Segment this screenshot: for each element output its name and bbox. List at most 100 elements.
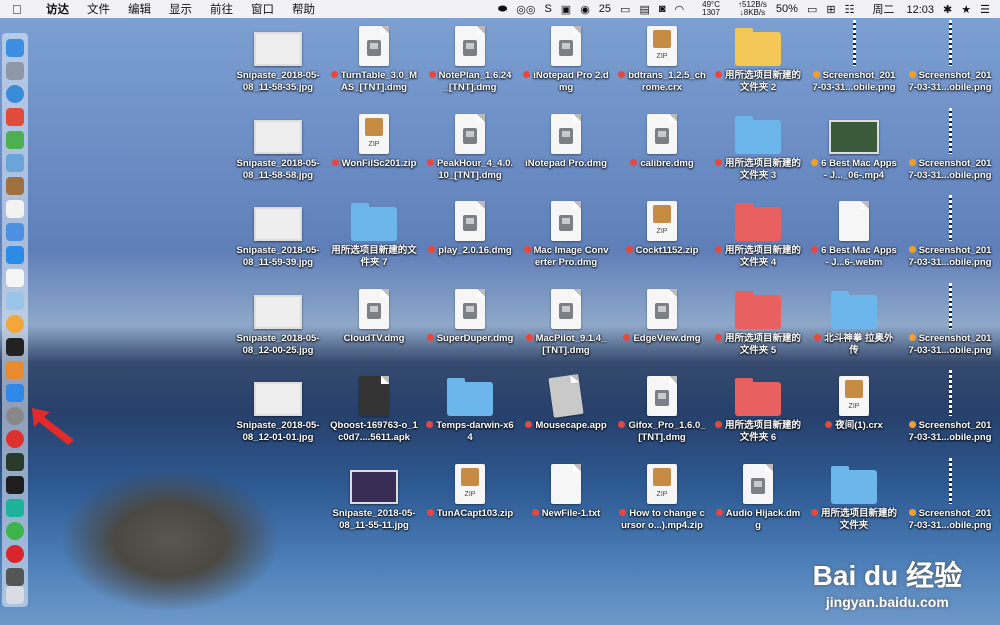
desktop-file[interactable]: Snipaste_2018-05-08_11-58-35.jpg bbox=[234, 22, 322, 94]
network-readout[interactable]: ↑512B/s ↓8KB/s bbox=[729, 1, 767, 17]
bluetooth-icon[interactable]: ✱ bbox=[943, 3, 952, 16]
desktop-file[interactable]: calibre.dmg bbox=[618, 110, 706, 170]
desktop-file[interactable]: 北斗神拳 拉奥外传 bbox=[810, 285, 898, 357]
photos-icon[interactable] bbox=[6, 315, 24, 333]
desktop-file[interactable]: 6 Best Mac Apps- J...6-.webm bbox=[810, 197, 898, 269]
desktop-file[interactable]: 用所选项目新建的文件夹 bbox=[810, 460, 898, 532]
android-icon[interactable] bbox=[6, 131, 24, 149]
desktop-file[interactable]: ZIP Cockt1152.zip bbox=[618, 197, 706, 257]
desktop-file[interactable]: CloudTV.dmg bbox=[330, 285, 418, 345]
desktop-file[interactable]: Screenshot_2017-03-31...obile.png bbox=[906, 370, 994, 444]
wechat-dock-icon[interactable] bbox=[6, 522, 24, 540]
cpu-fan-readout[interactable]: 49°C 1307 bbox=[693, 1, 720, 17]
notification-icon[interactable]: ▣ bbox=[561, 3, 571, 16]
vivaldi-icon[interactable] bbox=[6, 430, 24, 448]
finder-icon[interactable] bbox=[6, 39, 24, 57]
app-store-icon[interactable] bbox=[6, 384, 24, 402]
menu-grid-icon[interactable]: ☷ bbox=[845, 3, 855, 16]
camera-icon[interactable]: ◙ bbox=[659, 3, 666, 15]
menu-edit[interactable]: 编辑 bbox=[128, 1, 151, 17]
desktop-file[interactable]: Qboost-169763-o_1c0d7....5611.apk bbox=[330, 372, 418, 444]
desktop-file[interactable]: NewFile-1.txt bbox=[522, 460, 610, 520]
desktop-file[interactable]: 用所选项目新建的文件夹 5 bbox=[714, 285, 802, 357]
books-icon[interactable] bbox=[6, 361, 24, 379]
desktop-file[interactable]: Screenshot_2017-03-31...obile.png bbox=[906, 195, 994, 269]
list-icon[interactable]: ☰ bbox=[980, 3, 990, 16]
menu-app-name[interactable]: 访达 bbox=[46, 1, 69, 17]
desktop-file[interactable]: Screenshot_2017-03-31...obile.png bbox=[906, 458, 994, 532]
desktop-file[interactable]: play_2.0.16.dmg bbox=[426, 197, 514, 257]
activity-monitor-icon[interactable] bbox=[6, 338, 24, 356]
launchpad-icon[interactable] bbox=[6, 62, 24, 80]
desktop-file[interactable]: Screenshot_2017-03-31...obile.png bbox=[906, 108, 994, 182]
battery-icon[interactable]: ▭ bbox=[807, 3, 817, 16]
maps-icon[interactable] bbox=[6, 292, 24, 310]
desktop-file[interactable]: Snipaste_2018-05-08_11-58-58.jpg bbox=[234, 110, 322, 182]
desktop-file[interactable]: Screenshot_2017-03-31...obile.png bbox=[906, 20, 994, 94]
desktop-file[interactable]: iNotepad Pro.dmg bbox=[522, 110, 610, 170]
menu-file[interactable]: 文件 bbox=[87, 1, 110, 17]
menu-go[interactable]: 前往 bbox=[210, 1, 233, 17]
desktop-file[interactable]: Screenshot_2017-03-31...obile.png bbox=[810, 20, 898, 94]
desktop-file[interactable]: Snipaste_2018-05-08_11-59-39.jpg bbox=[234, 197, 322, 269]
desktop-file[interactable]: NotePlan_1.6.24_[TNT].dmg bbox=[426, 22, 514, 94]
desktop-file[interactable]: ZIP How to change cursor o...).mp4.zip bbox=[618, 460, 706, 532]
apple-menu-icon[interactable]:  bbox=[12, 2, 26, 17]
desktop-file[interactable]: 用所选项目新建的文件夹 3 bbox=[714, 110, 802, 182]
trash-icon[interactable] bbox=[6, 586, 24, 604]
menu-help[interactable]: 帮助 bbox=[292, 1, 315, 17]
desktop-file[interactable]: iNotepad Pro 2.dmg bbox=[522, 22, 610, 94]
bag-icon[interactable]: ▤ bbox=[639, 3, 649, 16]
desktop-file[interactable]: Gifox_Pro_1.6.0_[TNT].dmg bbox=[618, 372, 706, 444]
battery-percent[interactable]: 50% bbox=[776, 3, 798, 15]
toggle-icon[interactable]: ⬬ bbox=[498, 3, 507, 16]
desktop-file[interactable]: PeakHour_4_4.0.10_[TNT].dmg bbox=[426, 110, 514, 182]
safari-icon[interactable] bbox=[6, 85, 24, 103]
preview-icon[interactable] bbox=[6, 154, 24, 172]
input-method-icon[interactable]: ⊞ bbox=[826, 3, 835, 16]
wifi-icon[interactable]: ◠ bbox=[675, 3, 685, 16]
netease-music-icon[interactable] bbox=[6, 545, 24, 563]
desktop-file[interactable]: 用所选项目新建的文件夹 6 bbox=[714, 372, 802, 444]
desktop-file[interactable]: Snipaste_2018-05-08_11-55-11.jpg bbox=[330, 460, 418, 532]
desktop-file[interactable]: Mousecape.app bbox=[522, 372, 610, 432]
terminal-icon[interactable] bbox=[6, 476, 24, 494]
system-preferences-icon[interactable] bbox=[6, 407, 24, 425]
desktop-file[interactable]: 6 Best Mac Apps- J..._06-.mp4 bbox=[810, 110, 898, 182]
downloads-stack-icon[interactable] bbox=[6, 568, 24, 586]
menu-window[interactable]: 窗口 bbox=[251, 1, 274, 17]
desktop-file[interactable]: Audio Hijack.dmg bbox=[714, 460, 802, 532]
desktop-file[interactable]: SuperDuper.dmg bbox=[426, 285, 514, 345]
s-app-icon[interactable]: S bbox=[544, 3, 551, 15]
translate-icon[interactable] bbox=[6, 223, 24, 241]
desktop-file[interactable]: ZIP bdtrans_1.2.5_chrome.crx bbox=[618, 22, 706, 94]
desktop-file[interactable]: 用所选项目新建的文件夹 7 bbox=[330, 197, 418, 269]
search-app-icon[interactable] bbox=[6, 246, 24, 264]
desktop-file[interactable]: 用所选项目新建的文件夹 4 bbox=[714, 197, 802, 269]
glasses-icon[interactable]: ◎◎ bbox=[516, 3, 535, 16]
desktop-file[interactable]: Mac Image Converter Pro.dmg bbox=[522, 197, 610, 269]
desktop-file[interactable]: Snipaste_2018-05-08_12-00-25.jpg bbox=[234, 285, 322, 357]
desktop-file[interactable]: TurnTable_3.0_MAS_[TNT].dmg bbox=[330, 22, 418, 94]
menu-view[interactable]: 显示 bbox=[169, 1, 192, 17]
clock[interactable]: 周二 12:03 bbox=[863, 1, 934, 17]
wechat-icon[interactable]: ◉ bbox=[580, 3, 590, 16]
battery-monitor-icon[interactable]: ▭ bbox=[620, 3, 630, 16]
desktop-file[interactable]: 用所选项目新建的文件夹 2 bbox=[714, 22, 802, 94]
favorites-icon[interactable]: ★ bbox=[961, 3, 971, 16]
calendar-icon[interactable] bbox=[6, 200, 24, 218]
notebook-icon[interactable] bbox=[6, 177, 24, 195]
desktop-file[interactable]: Snipaste_2018-05-08_12-01-01.jpg bbox=[234, 372, 322, 444]
desktop-file[interactable]: EdgeView.dmg bbox=[618, 285, 706, 345]
app-red-icon[interactable] bbox=[6, 108, 24, 126]
teal-app-icon[interactable] bbox=[6, 499, 24, 517]
desktop-file[interactable]: ZIP WonFilSc201.zip bbox=[330, 110, 418, 170]
desktop-file[interactable]: ZIP TunACapt103.zip bbox=[426, 460, 514, 520]
desktop-file[interactable]: MacPilot_9.1.4_[TNT].dmg bbox=[522, 285, 610, 357]
counter-badge[interactable]: 25 bbox=[599, 3, 611, 15]
reminders-icon[interactable] bbox=[6, 269, 24, 287]
desktop-file[interactable]: ZIP 夜间(1).crx bbox=[810, 372, 898, 432]
desktop-file[interactable]: Screenshot_2017-03-31...obile.png bbox=[906, 283, 994, 357]
monitor-icon[interactable] bbox=[6, 453, 24, 471]
desktop-file[interactable]: Temps-darwin-x64 bbox=[426, 372, 514, 444]
